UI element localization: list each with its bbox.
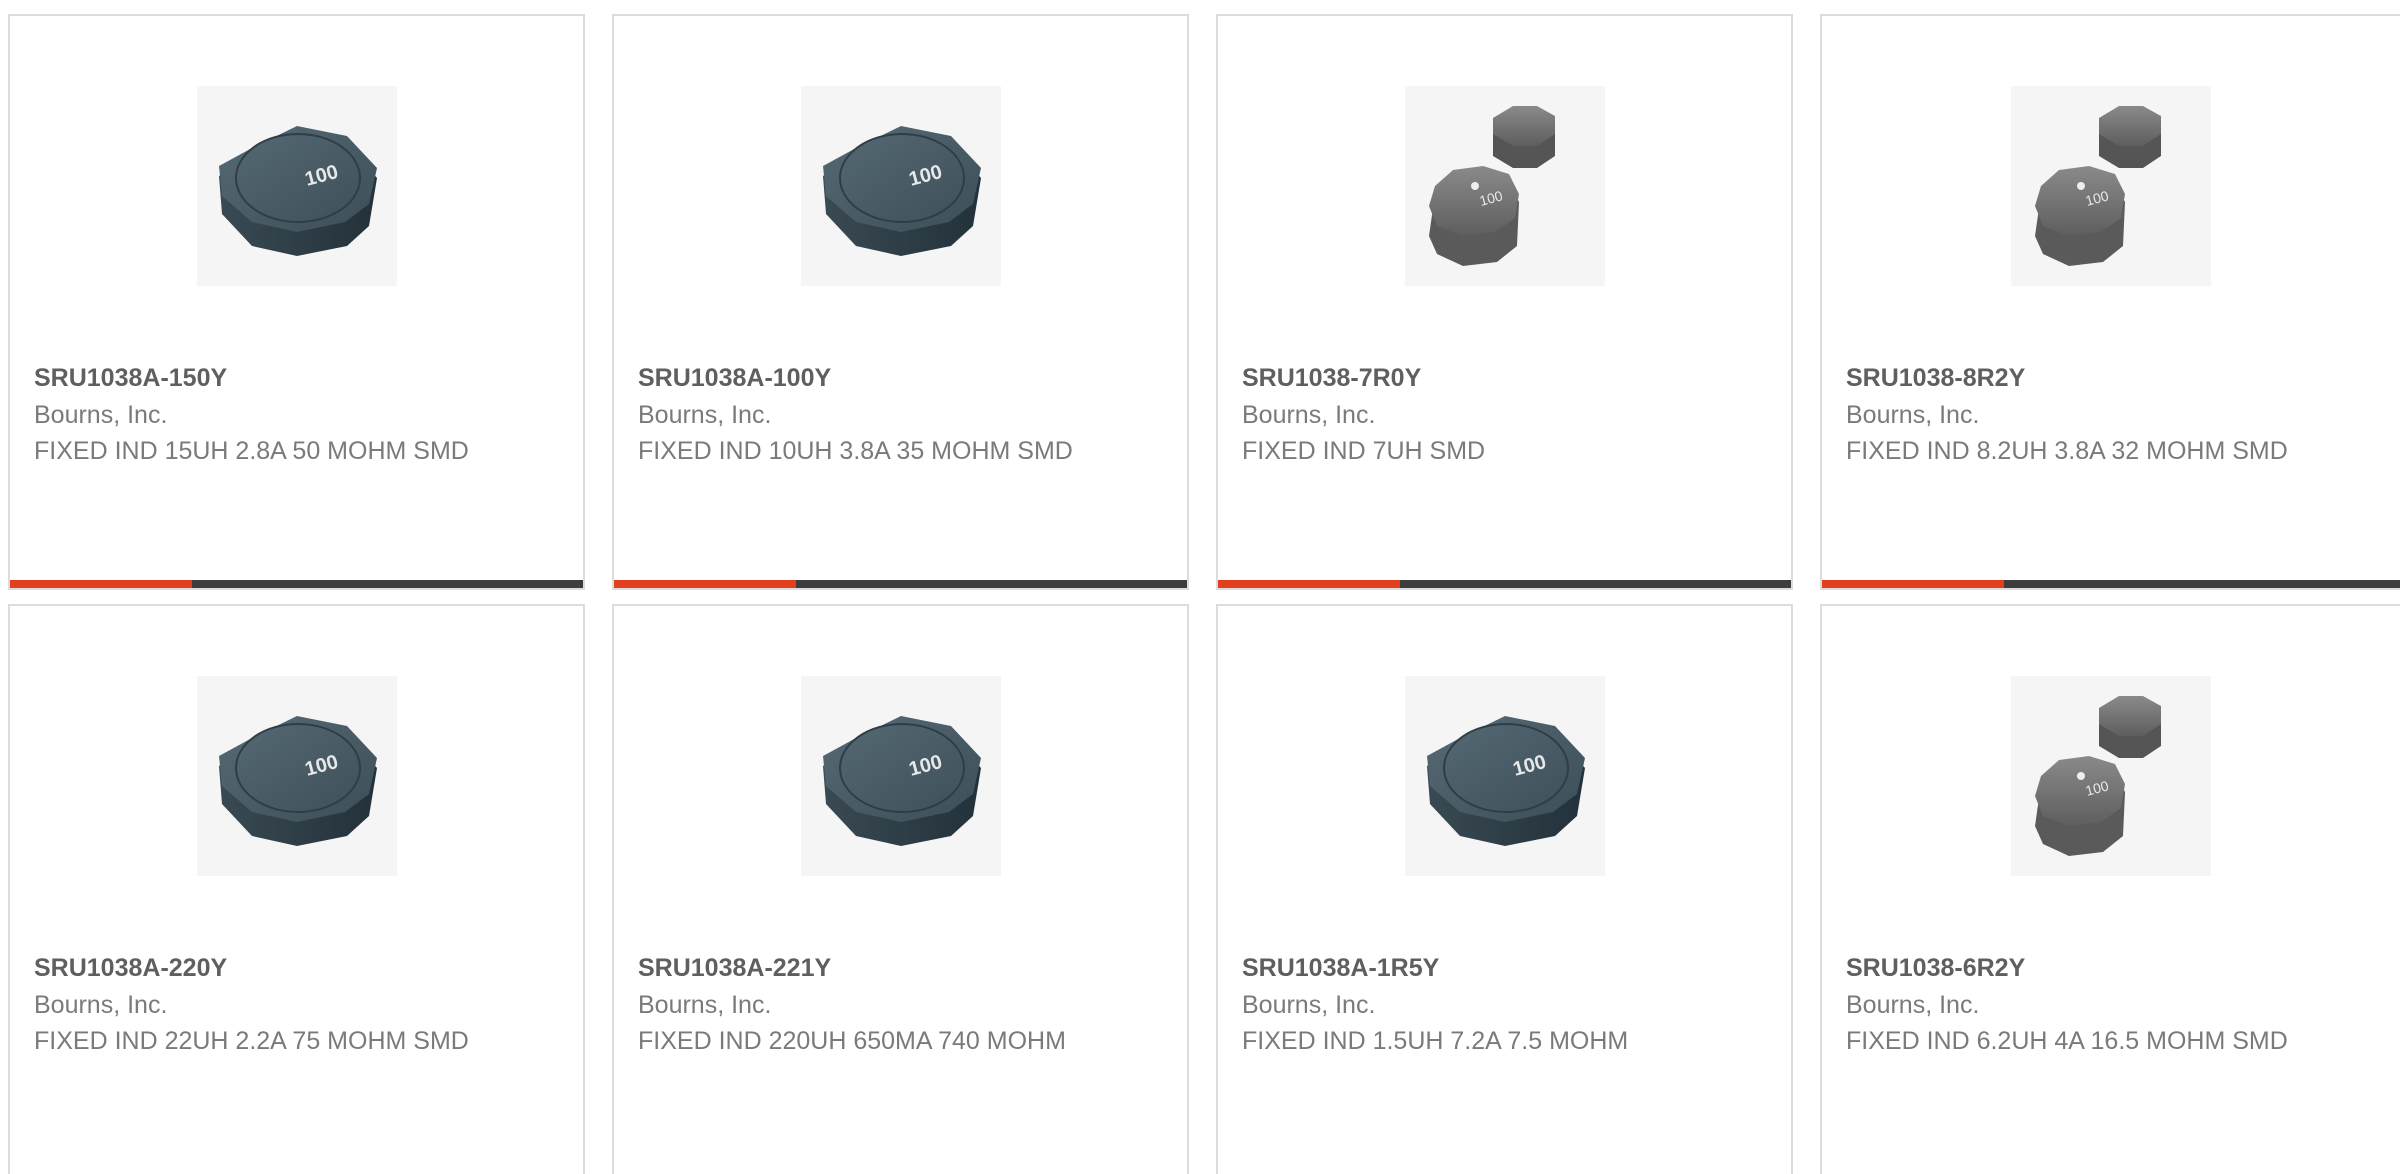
part-number-link[interactable]: SRU1038-7R0Y [1242, 359, 1767, 397]
card-footer-bar [614, 580, 1187, 588]
product-description: FIXED IND 8.2UH 3.8A 32 MOHM SMD [1846, 437, 2288, 465]
octagon-inductor-image[interactable]: 100 [800, 86, 1001, 286]
octagon-inductor-image[interactable]: 100 [196, 676, 397, 876]
product-description: FIXED IND 10UH 3.8A 35 MOHM SMD [638, 437, 1073, 465]
card-footer-bar [1822, 580, 2400, 588]
manufacturer: Bourns, Inc. [1846, 401, 1980, 429]
part-number-link[interactable]: SRU1038-6R2Y [1846, 949, 2376, 987]
manufacturer: Bourns, Inc. [1242, 401, 1376, 429]
part-number-link[interactable]: SRU1038A-220Y [34, 949, 559, 987]
octagon-inductor-image[interactable]: 100 [800, 676, 1001, 876]
octagon-inductor-image[interactable]: 100 [1404, 676, 1605, 876]
part-number-link[interactable]: SRU1038A-100Y [638, 359, 1163, 397]
product-card[interactable]: 100 SRU1038-8R2Y Bourns, Inc. FIXED IND … [1820, 14, 2400, 590]
product-card[interactable]: 100 SRU1038A-150Y Bourns, Inc. FIXED IND… [8, 14, 585, 590]
product-card[interactable]: 100 SRU1038A-1R5Y Bourns, Inc. FIXED IND… [1216, 604, 1793, 1174]
part-number-link[interactable]: SRU1038A-150Y [34, 359, 559, 397]
product-card[interactable]: 100 SRU1038A-221Y Bourns, Inc. FIXED IND… [612, 604, 1189, 1174]
product-card[interactable]: 100 SRU1038A-220Y Bourns, Inc. FIXED IND… [8, 604, 585, 1174]
manufacturer: Bourns, Inc. [638, 991, 772, 1019]
part-number-link[interactable]: SRU1038A-1R5Y [1242, 949, 1767, 987]
product-card[interactable]: 100 SRU1038-6R2Y Bourns, Inc. FIXED IND … [1820, 604, 2400, 1174]
dual-inductor-image[interactable]: 100 [1404, 86, 1605, 286]
product-description: FIXED IND 1.5UH 7.2A 7.5 MOHM [1242, 1027, 1629, 1055]
manufacturer: Bourns, Inc. [34, 991, 168, 1019]
card-accent-stripe [614, 580, 796, 588]
product-description: FIXED IND 15UH 2.8A 50 MOHM SMD [34, 437, 469, 465]
product-card[interactable]: 100 SRU1038-7R0Y Bourns, Inc. FIXED IND … [1216, 14, 1793, 590]
product-description: FIXED IND 7UH SMD [1242, 437, 1486, 465]
octagon-inductor-image[interactable]: 100 [196, 86, 397, 286]
dual-inductor-image[interactable]: 100 [2011, 86, 2211, 286]
card-footer-bar [1218, 580, 1791, 588]
product-card[interactable]: 100 SRU1038A-100Y Bourns, Inc. FIXED IND… [612, 14, 1189, 590]
product-description: FIXED IND 22UH 2.2A 75 MOHM SMD [34, 1027, 469, 1055]
manufacturer: Bourns, Inc. [638, 401, 772, 429]
product-description: FIXED IND 6.2UH 4A 16.5 MOHM SMD [1846, 1027, 2288, 1055]
part-number-link[interactable]: SRU1038A-221Y [638, 949, 1163, 987]
card-accent-stripe [1218, 580, 1400, 588]
dual-inductor-image[interactable]: 100 [2011, 676, 2211, 876]
part-number-link[interactable]: SRU1038-8R2Y [1846, 359, 2376, 397]
product-description: FIXED IND 220UH 650MA 740 MOHM [638, 1027, 1066, 1055]
card-accent-stripe [10, 580, 192, 588]
manufacturer: Bourns, Inc. [1242, 991, 1376, 1019]
card-accent-stripe [1822, 580, 2004, 588]
manufacturer: Bourns, Inc. [1846, 991, 1980, 1019]
manufacturer: Bourns, Inc. [34, 401, 168, 429]
card-footer-bar [10, 580, 583, 588]
